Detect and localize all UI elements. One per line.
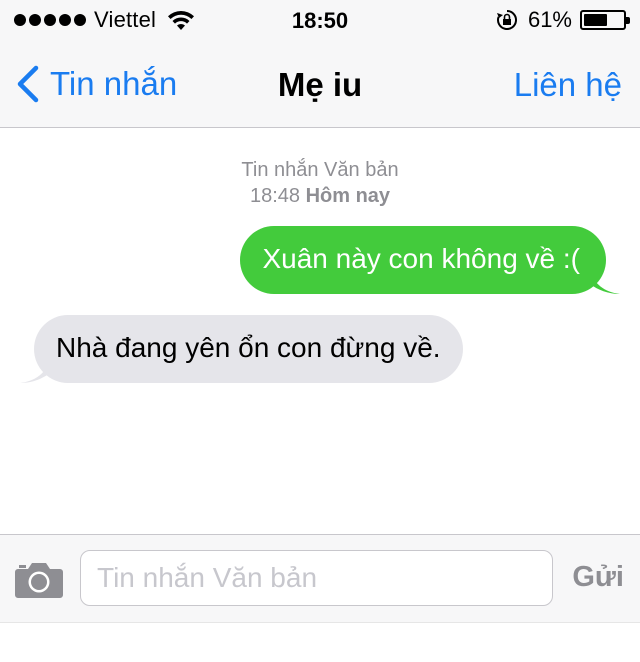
conversation-timestamp: Tin nhắn Văn bản 18:48 Hôm nay (0, 157, 640, 209)
status-right: 61% (496, 7, 630, 32)
navigation-bar: Tin nhắn Mẹ iu Liên hệ (0, 40, 640, 128)
keyboard-edge (0, 622, 640, 662)
timestamp-time: 18:48 (249, 185, 301, 207)
message-input[interactable] (80, 550, 553, 606)
rotation-lock-icon (496, 10, 517, 30)
battery-percent: 61% (527, 7, 572, 32)
composer-bar: Gửi (0, 534, 640, 622)
camera-icon[interactable] (14, 559, 64, 599)
battery-fill (584, 14, 608, 26)
incoming-message-bubble[interactable]: Nhà đang yên ổn con đừng về. (34, 315, 463, 383)
send-button[interactable]: Gửi (572, 561, 624, 594)
status-bar: Viettel 18:50 61% (0, 0, 640, 40)
contact-button[interactable]: Liên hệ (514, 66, 622, 104)
message-list[interactable]: Tin nhắn Văn bản 18:48 Hôm nay Xuân này … (0, 129, 640, 534)
timestamp-day: Hôm nay (305, 185, 391, 207)
timestamp-header: Tin nhắn Văn bản (241, 159, 399, 181)
timestamp-datetime: 18:48 Hôm nay (0, 183, 640, 209)
outgoing-message-bubble[interactable]: Xuân này con không về :( (240, 226, 606, 294)
battery-icon (580, 10, 630, 30)
